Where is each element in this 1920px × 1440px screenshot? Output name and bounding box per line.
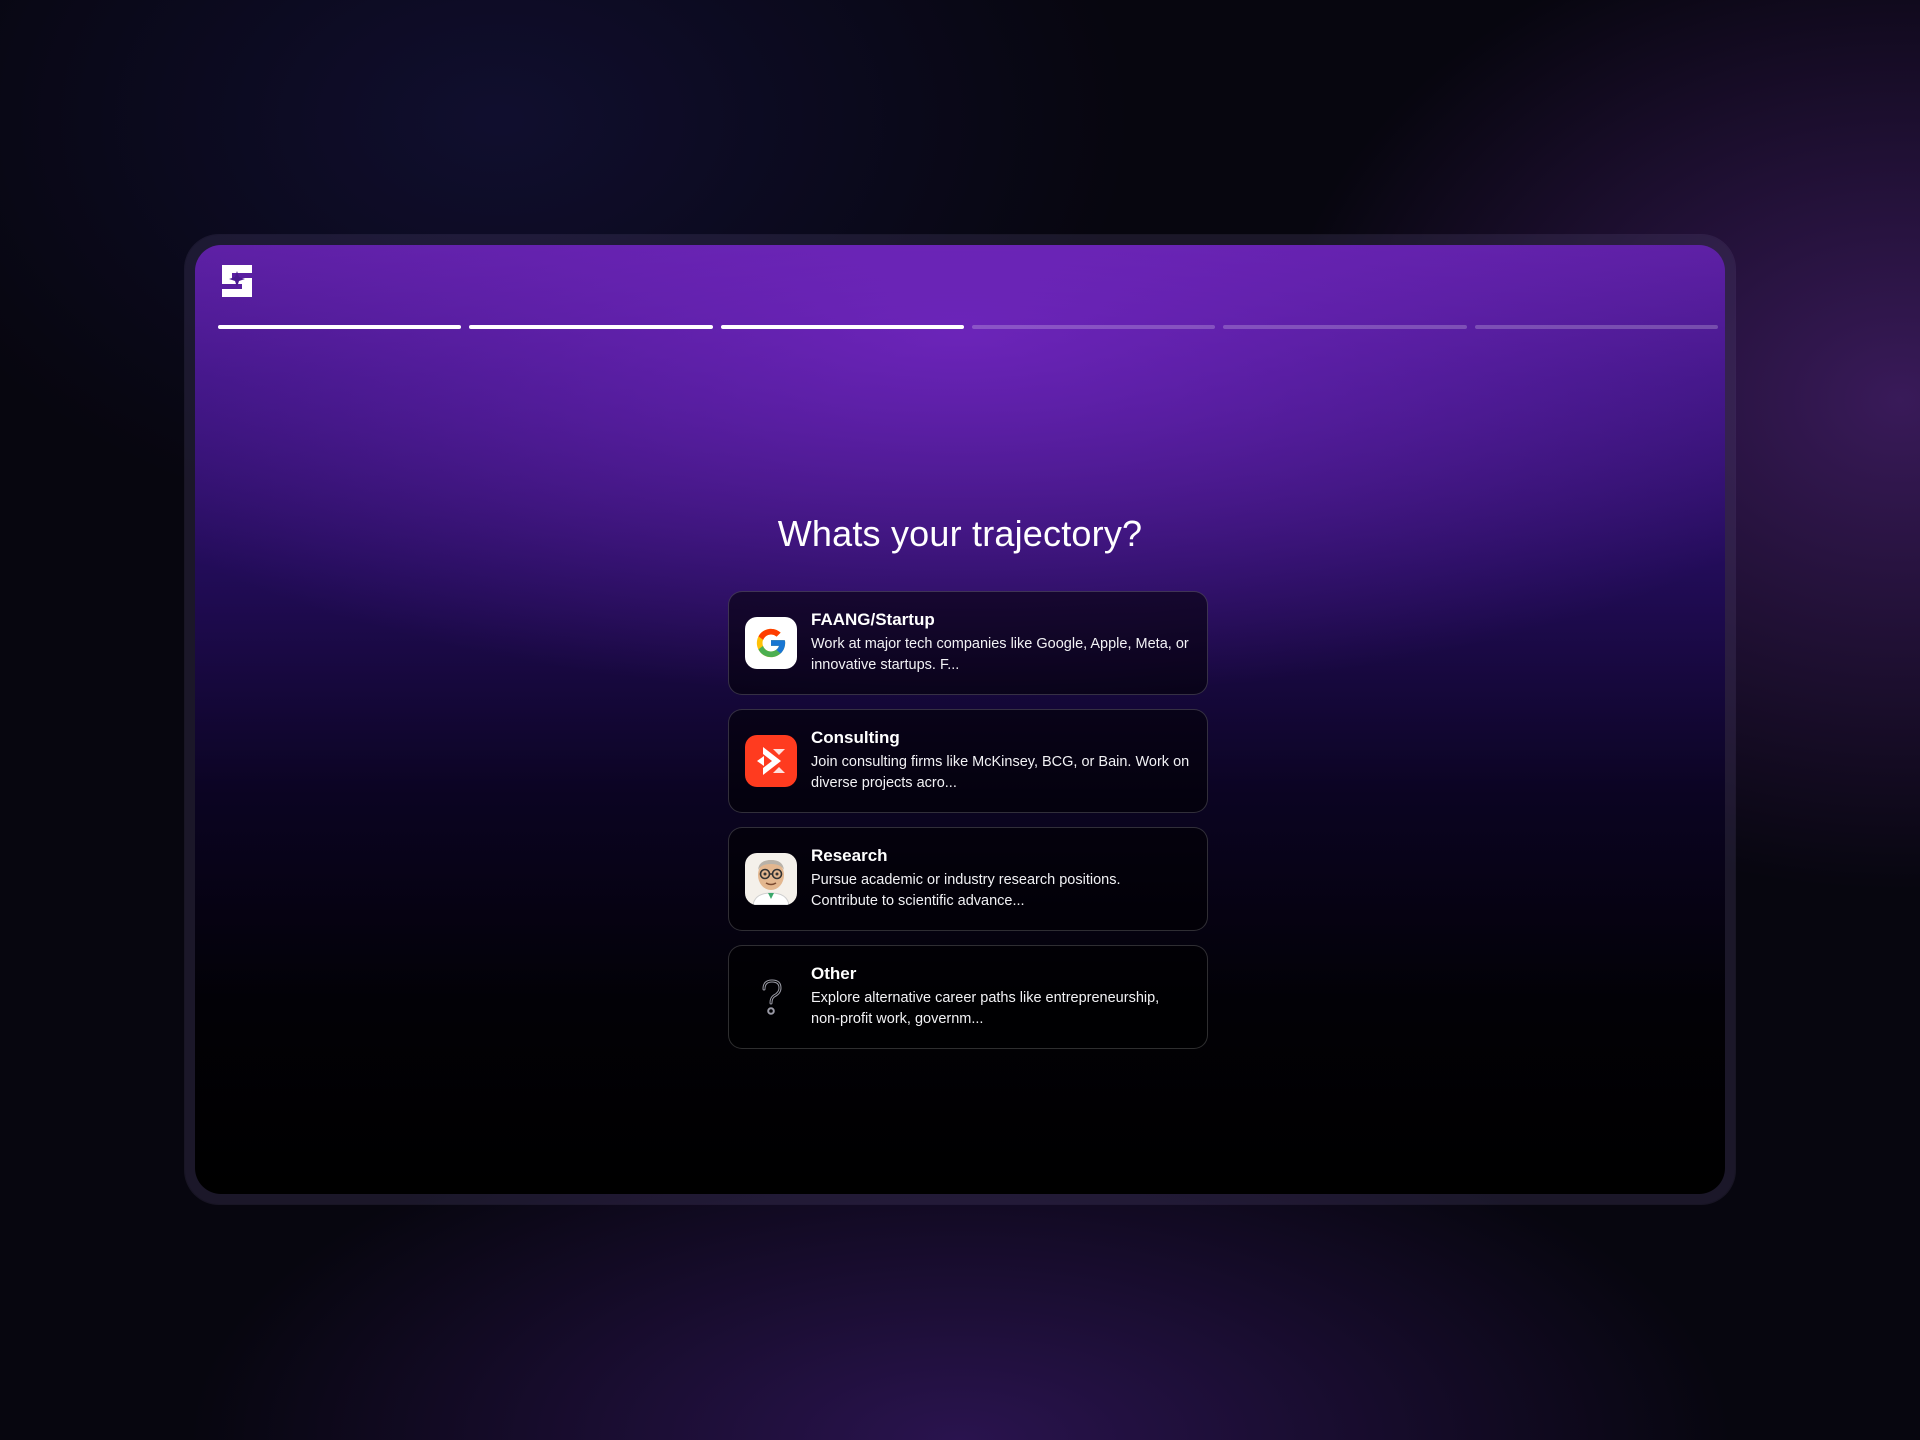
option-label: Consulting <box>811 728 900 747</box>
page-title: Whats your trajectory? <box>777 513 1143 554</box>
option-label: Other <box>811 964 857 983</box>
option-text: FAANG/Startup Work at major tech compani… <box>811 610 1191 676</box>
progress-segment-3 <box>720 325 964 329</box>
progress-bar <box>218 325 1718 329</box>
option-label: FAANG/Startup <box>811 610 935 629</box>
option-label: Research <box>811 846 888 865</box>
option-research[interactable]: Research Pursue academic or industry res… <box>728 827 1208 931</box>
question-mark-icon <box>745 971 797 1023</box>
option-description: Pursue academic or industry research pos… <box>811 872 1121 909</box>
option-description: Explore alternative career paths like en… <box>811 990 1160 1027</box>
option-description: Work at major tech companies like Google… <box>811 636 1189 673</box>
progress-segment-4 <box>971 325 1216 329</box>
trajectory-options: FAANG/Startup Work at major tech compani… <box>728 591 1208 1063</box>
window-frame: Whats your trajectory? FAANG/Startup Wor… <box>185 235 1735 1204</box>
google-icon <box>745 617 797 669</box>
option-other[interactable]: Other Explore alternative career paths l… <box>728 945 1208 1049</box>
scientist-icon <box>745 853 797 905</box>
option-text: Other Explore alternative career paths l… <box>811 964 1191 1030</box>
progress-segment-1 <box>218 325 462 329</box>
progress-segment-5 <box>1223 325 1467 329</box>
s-star-logo-icon[interactable] <box>218 262 256 300</box>
app-window: Whats your trajectory? FAANG/Startup Wor… <box>195 245 1725 1194</box>
consulting-icon <box>745 735 797 787</box>
progress-segment-2 <box>469 325 713 329</box>
option-consulting[interactable]: Consulting Join consulting firms like Mc… <box>728 709 1208 813</box>
option-text: Consulting Join consulting firms like Mc… <box>811 728 1191 794</box>
option-description: Join consulting firms like McKinsey, BCG… <box>811 754 1190 791</box>
progress-segment-6 <box>1474 325 1718 329</box>
option-text: Research Pursue academic or industry res… <box>811 846 1191 912</box>
option-faang-startup[interactable]: FAANG/Startup Work at major tech compani… <box>728 591 1208 695</box>
